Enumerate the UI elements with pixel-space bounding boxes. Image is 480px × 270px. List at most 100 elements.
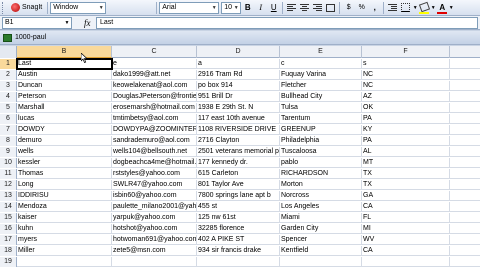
cell-b[interactable]: kaiser xyxy=(17,213,112,223)
cell-e[interactable]: Miami xyxy=(280,213,362,223)
row-header[interactable]: 4 xyxy=(0,92,17,102)
column-header-f[interactable]: F xyxy=(362,46,450,58)
cell-f[interactable]: NC xyxy=(362,70,450,80)
window-dropdown[interactable]: Window ▼ xyxy=(50,1,107,14)
row-header[interactable]: 18 xyxy=(0,246,17,256)
cell-d[interactable]: 951 Brill Dr xyxy=(197,92,280,102)
cell-f[interactable]: PA xyxy=(362,114,450,124)
row-header[interactable]: 2 xyxy=(0,70,17,80)
cell-d[interactable]: 801 Taylor Ave xyxy=(197,180,280,190)
chevron-down-icon[interactable]: ▼ xyxy=(412,5,418,11)
cell-e[interactable]: Spencer xyxy=(280,235,362,245)
cell-e[interactable]: pablo xyxy=(280,158,362,168)
row-header[interactable]: 11 xyxy=(0,169,17,179)
fill-color-button[interactable] xyxy=(419,2,430,14)
cell-c[interactable]: paulette_milano2001@yahoo xyxy=(112,202,197,212)
column-header-c[interactable]: C xyxy=(112,46,197,58)
borders-button[interactable] xyxy=(400,2,411,14)
cell-f[interactable]: GA xyxy=(362,191,450,201)
cell-b[interactable]: Mendoza xyxy=(17,202,112,212)
cell-c[interactable]: dogbeachca4me@hotmail.com xyxy=(112,158,197,168)
indent-button[interactable] xyxy=(387,2,398,14)
cell-d[interactable]: 402 A PIKE ST xyxy=(197,235,280,245)
cell-d[interactable]: 2501 veterans memorial pkwy xyxy=(197,147,280,157)
cell-d[interactable] xyxy=(197,257,280,267)
cell-e[interactable]: RICHARDSON xyxy=(280,169,362,179)
cell-f[interactable]: TX xyxy=(362,169,450,179)
cell-c[interactable]: rststyles@yahoo.com xyxy=(112,169,197,179)
cell-e[interactable]: GREENUP xyxy=(280,125,362,135)
bold-button[interactable]: B xyxy=(242,2,253,14)
cell-f[interactable]: KY xyxy=(362,125,450,135)
cell-b[interactable]: Marshall xyxy=(17,103,112,113)
cell-c[interactable]: wells104@bellsouth.net xyxy=(112,147,197,157)
row-header[interactable]: 3 xyxy=(0,81,17,91)
cell-b[interactable]: wells xyxy=(17,147,112,157)
cell-f[interactable]: CA xyxy=(362,202,450,212)
cell-b[interactable]: Long xyxy=(17,180,112,190)
cell-d[interactable]: 1108 RIVERSIDE DRIVE xyxy=(197,125,280,135)
cell-f[interactable]: AL xyxy=(362,147,450,157)
cell-d[interactable]: 934 sir francis drake xyxy=(197,246,280,256)
cell-c[interactable]: isbin60@yahoo.com xyxy=(112,191,197,201)
cell-c[interactable]: hotshot@yahoo.com xyxy=(112,224,197,234)
snagit-button[interactable]: SnagIt xyxy=(8,1,45,14)
cell-e[interactable]: Los Angeles xyxy=(280,202,362,212)
cell-b[interactable]: IDDIRISU xyxy=(17,191,112,201)
cell-c[interactable]: e xyxy=(112,59,197,69)
cell-b[interactable]: kessler xyxy=(17,158,112,168)
row-header[interactable]: 5 xyxy=(0,103,17,113)
cell-c[interactable]: DouglasJPeterson@frontierne xyxy=(112,92,197,102)
cell-e[interactable]: Fletcher xyxy=(280,81,362,91)
cell-e[interactable]: Bullhead City xyxy=(280,92,362,102)
font-size-select[interactable]: 10 ▼ xyxy=(221,1,242,14)
row-header[interactable]: 14 xyxy=(0,202,17,212)
cell-c[interactable]: keowelakenat@aol.com xyxy=(112,81,197,91)
cell-b[interactable]: Peterson xyxy=(17,92,112,102)
cell-b[interactable]: myers xyxy=(17,235,112,245)
row-header[interactable]: 7 xyxy=(0,125,17,135)
cell-b[interactable]: Last xyxy=(16,58,113,70)
cell-e[interactable]: Morton xyxy=(280,180,362,190)
cell-e[interactable]: Tarentum xyxy=(280,114,362,124)
cell-c[interactable]: tmtimbetsy@aol.com xyxy=(112,114,197,124)
cell-f[interactable]: AZ xyxy=(362,92,450,102)
cell-f[interactable]: WV xyxy=(362,235,450,245)
cell-d[interactable]: 1938 E 29th St. N xyxy=(197,103,280,113)
cell-e[interactable]: Tuscaloosa xyxy=(280,147,362,157)
workbook-titlebar[interactable]: 1000-paul xyxy=(0,31,480,45)
chevron-down-icon[interactable]: ▼ xyxy=(448,5,454,11)
currency-button[interactable]: $ xyxy=(343,2,354,14)
formula-input[interactable]: Last xyxy=(96,16,478,29)
cell-c[interactable]: yarpuk@yahoo.com xyxy=(112,213,197,223)
cell-d[interactable]: 117 east 10th avenue xyxy=(197,114,280,124)
cell-e[interactable]: Norcross xyxy=(280,191,362,201)
cell-e[interactable]: c xyxy=(280,59,362,69)
cell-f[interactable]: NC xyxy=(362,81,450,91)
cell-d[interactable]: 2916 Tram Rd xyxy=(197,70,280,80)
cell-f[interactable]: PA xyxy=(362,136,450,146)
cell-e[interactable] xyxy=(280,257,362,267)
cell-b[interactable]: Austin xyxy=(17,70,112,80)
row-header[interactable]: 8 xyxy=(0,136,17,146)
cell-e[interactable]: Fuquay Varina xyxy=(280,70,362,80)
font-name-select[interactable]: Arial ▼ xyxy=(159,1,220,14)
row-header[interactable]: 15 xyxy=(0,213,17,223)
row-header[interactable]: 6 xyxy=(0,114,17,124)
cell-f[interactable]: OK xyxy=(362,103,450,113)
cell-b[interactable]: Duncan xyxy=(17,81,112,91)
cell-b[interactable]: demuro xyxy=(17,136,112,146)
row-header[interactable]: 9 xyxy=(0,147,17,157)
cell-e[interactable]: Garden City xyxy=(280,224,362,234)
cell-c[interactable]: dako1999@att.net xyxy=(112,70,197,80)
cell-b[interactable]: lucas xyxy=(17,114,112,124)
row-header[interactable]: 16 xyxy=(0,224,17,234)
align-right-button[interactable] xyxy=(312,2,323,14)
cell-b[interactable]: kuhn xyxy=(17,224,112,234)
cell-f[interactable]: FL xyxy=(362,213,450,223)
column-header-d[interactable]: D xyxy=(197,46,280,58)
cell-d[interactable]: 125 nw 61st xyxy=(197,213,280,223)
underline-button[interactable]: U xyxy=(268,2,279,14)
cell-f[interactable]: s xyxy=(362,59,450,69)
cell-c[interactable]: sandrademuro@aol.com xyxy=(112,136,197,146)
